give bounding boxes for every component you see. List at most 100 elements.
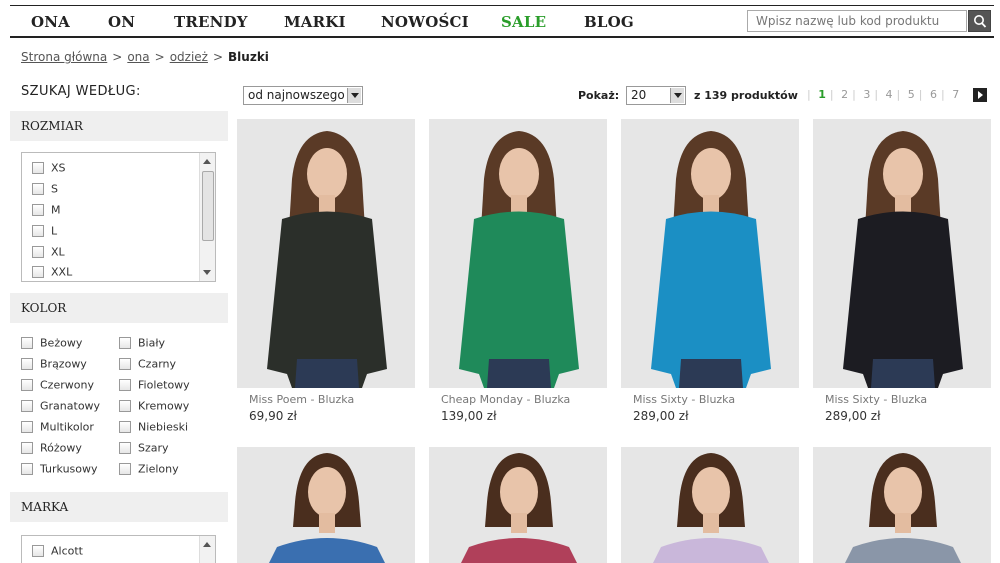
checkbox[interactable] [32, 545, 44, 557]
checkbox[interactable] [21, 442, 33, 454]
sidebar-title: SZUKAJ WEDŁUG: [21, 84, 141, 99]
size-option-xxl[interactable]: XXL [32, 265, 72, 281]
search-input[interactable] [747, 10, 967, 32]
checkbox[interactable] [21, 463, 33, 475]
size-option-s[interactable]: S [32, 182, 58, 198]
page-link-6[interactable]: 6 [930, 88, 937, 101]
size-option-m[interactable]: M [32, 203, 61, 219]
product-image[interactable] [813, 119, 991, 388]
color-option-kremowy[interactable]: Kremowy [119, 399, 189, 415]
color-option-granatowy[interactable]: Granatowy [21, 399, 100, 415]
product-image[interactable] [237, 447, 415, 563]
product-card[interactable] [429, 447, 607, 563]
size-filter-list[interactable]: XS S M L XL XXL [21, 152, 216, 282]
checkbox[interactable] [21, 400, 33, 412]
color-option-multikolor[interactable]: Multikolor [21, 420, 94, 436]
breadcrumb-home[interactable]: Strona główna [21, 50, 107, 64]
page-link-4[interactable]: 4 [886, 88, 893, 101]
color-option-czerwony[interactable]: Czerwony [21, 378, 94, 394]
page-link-5[interactable]: 5 [908, 88, 915, 101]
search-button[interactable] [968, 10, 991, 32]
size-list-scrollbar[interactable] [199, 153, 215, 281]
page-link-7[interactable]: 7 [952, 88, 959, 101]
per-page-select[interactable]: 20 [626, 86, 686, 105]
checkbox[interactable] [21, 358, 33, 370]
checkbox[interactable] [32, 246, 44, 258]
color-option-rozowy[interactable]: Różowy [21, 441, 82, 457]
size-section-header[interactable]: ROZMIAR [10, 111, 228, 141]
product-name[interactable]: Cheap Monday - Bluzka [429, 393, 607, 406]
product-image[interactable] [429, 119, 607, 388]
scroll-down-arrow-icon[interactable] [203, 270, 211, 275]
nav-item-nowosci[interactable]: NOWOŚCI [381, 13, 469, 31]
size-option-l[interactable]: L [32, 224, 57, 240]
nav-item-ona[interactable]: ONA [31, 13, 70, 31]
next-page-arrow-icon[interactable] [973, 88, 987, 102]
sort-select[interactable]: od najnowszego [243, 86, 363, 105]
checkbox[interactable] [119, 379, 131, 391]
model-photo [843, 131, 963, 388]
color-option-bezowy[interactable]: Beżowy [21, 336, 82, 352]
chevron-down-icon[interactable] [347, 88, 361, 103]
checkbox[interactable] [119, 400, 131, 412]
checkbox[interactable] [119, 358, 131, 370]
page-link-3[interactable]: 3 [863, 88, 870, 101]
nav-item-trendy[interactable]: TRENDY [174, 13, 248, 31]
nav-item-blog[interactable]: BLOG [584, 13, 634, 31]
product-card[interactable] [237, 447, 415, 563]
brand-section-header[interactable]: MARKA [10, 492, 228, 522]
product-card[interactable]: Miss Poem - Bluzka 69,90 zł [237, 119, 415, 423]
color-option-czarny[interactable]: Czarny [119, 357, 176, 373]
nav-item-on[interactable]: ON [108, 13, 135, 31]
brand-filter-list[interactable]: Alcott [21, 535, 216, 563]
scroll-up-arrow-icon[interactable] [203, 542, 211, 547]
checkbox[interactable] [32, 183, 44, 195]
color-option-zielony[interactable]: Zielony [119, 462, 179, 478]
nav-item-marki[interactable]: MARKI [284, 13, 346, 31]
product-card[interactable]: Miss Sixty - Bluzka 289,00 zł [813, 119, 991, 423]
product-name[interactable]: Miss Poem - Bluzka [237, 393, 415, 406]
color-option-brazowy[interactable]: Brązowy [21, 357, 87, 373]
checkbox[interactable] [119, 463, 131, 475]
color-option-fioletowy[interactable]: Fioletowy [119, 378, 190, 394]
product-card[interactable]: Cheap Monday - Bluzka 139,00 zł [429, 119, 607, 423]
product-image[interactable] [237, 119, 415, 388]
checkbox[interactable] [32, 162, 44, 174]
checkbox[interactable] [21, 421, 33, 433]
checkbox[interactable] [21, 337, 33, 349]
page-link-1[interactable]: 1 [818, 88, 826, 101]
size-option-xl[interactable]: XL [32, 245, 65, 261]
product-name[interactable]: Miss Sixty - Bluzka [621, 393, 799, 406]
size-option-xs[interactable]: XS [32, 161, 66, 177]
product-card[interactable] [813, 447, 991, 563]
checkbox[interactable] [32, 266, 44, 278]
breadcrumb-ona[interactable]: ona [127, 50, 149, 64]
checkbox[interactable] [119, 442, 131, 454]
product-card[interactable]: Miss Sixty - Bluzka 289,00 zł [621, 119, 799, 423]
product-image[interactable] [621, 447, 799, 563]
color-section-header[interactable]: KOLOR [10, 293, 228, 323]
product-image[interactable] [429, 447, 607, 563]
checkbox[interactable] [21, 379, 33, 391]
color-option-szary[interactable]: Szary [119, 441, 169, 457]
scroll-up-arrow-icon[interactable] [203, 159, 211, 164]
color-option-bialy[interactable]: Biały [119, 336, 165, 352]
product-count-label: z 139 produktów [694, 89, 798, 102]
color-option-niebieski[interactable]: Niebieski [119, 420, 188, 436]
checkbox[interactable] [119, 421, 131, 433]
product-card[interactable] [621, 447, 799, 563]
brand-list-scrollbar[interactable] [199, 536, 215, 563]
checkbox[interactable] [32, 204, 44, 216]
color-option-turkusowy[interactable]: Turkusowy [21, 462, 98, 478]
brand-option-alcott[interactable]: Alcott [32, 544, 83, 560]
product-image[interactable] [813, 447, 991, 563]
page-link-2[interactable]: 2 [841, 88, 848, 101]
checkbox[interactable] [119, 337, 131, 349]
breadcrumb-odziez[interactable]: odzież [170, 50, 208, 64]
scrollbar-thumb[interactable] [202, 171, 214, 241]
chevron-down-icon[interactable] [670, 88, 684, 103]
nav-item-sale[interactable]: SALE [501, 13, 546, 31]
product-image[interactable] [621, 119, 799, 388]
checkbox[interactable] [32, 225, 44, 237]
product-name[interactable]: Miss Sixty - Bluzka [813, 393, 991, 406]
